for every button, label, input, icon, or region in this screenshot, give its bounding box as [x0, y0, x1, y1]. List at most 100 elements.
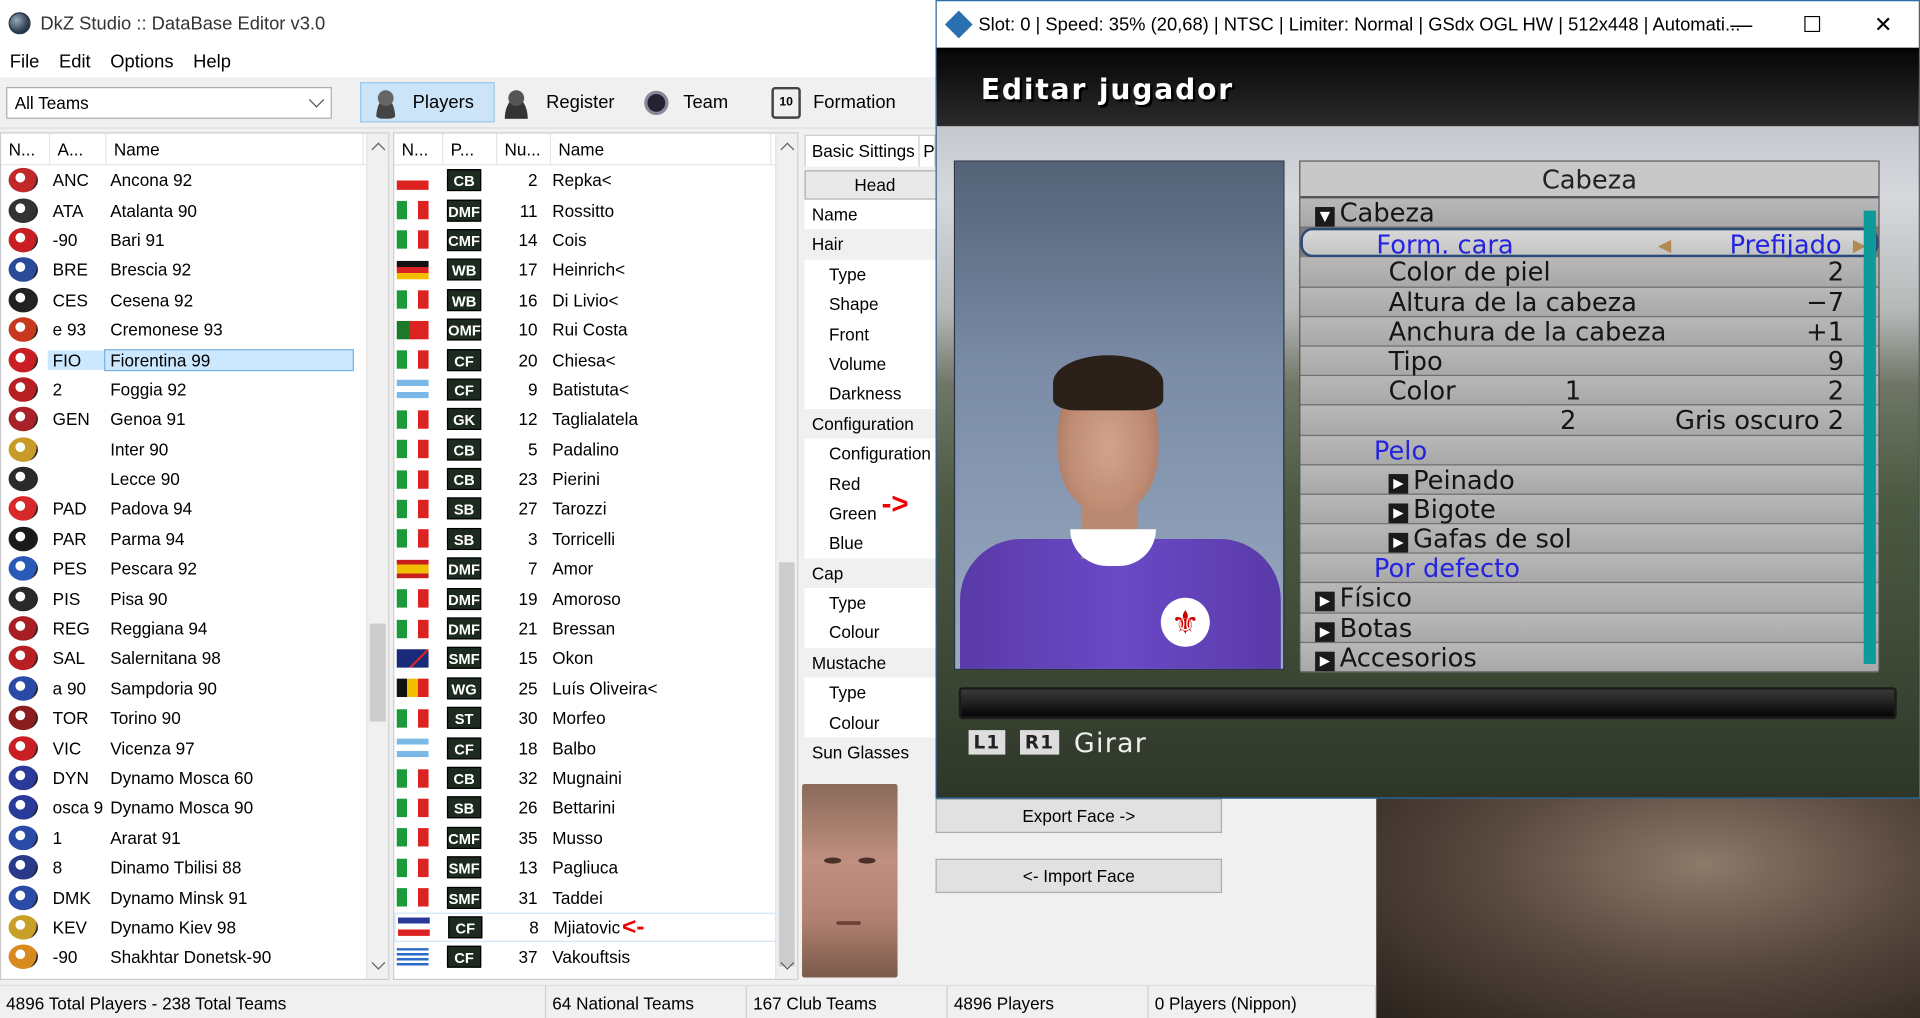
- player-row[interactable]: CF 37 Vakouftsis: [394, 942, 797, 972]
- team-row[interactable]: VIC Vicenza 97: [1, 733, 388, 763]
- edit-menu-item[interactable]: Form. cara Prefijado ◀ ▶: [1300, 228, 1879, 260]
- edit-menu-item[interactable]: ▶ Gafas de sol: [1300, 524, 1879, 555]
- property-item[interactable]: Type: [804, 677, 940, 708]
- team-row[interactable]: e 93 Cremonese 93: [1, 315, 388, 345]
- team-row[interactable]: DYN Dynamo Mosca 60: [1, 763, 388, 793]
- team-row[interactable]: -90 Bari 91: [1, 225, 388, 255]
- import-face-button[interactable]: <- Import Face: [935, 858, 1223, 894]
- tab-p[interactable]: P: [918, 134, 936, 167]
- team-row[interactable]: TOR Torino 90: [1, 703, 388, 733]
- player-row[interactable]: CMF 35 Musso: [394, 823, 797, 853]
- team-row[interactable]: a 90 Sampdoria 90: [1, 673, 388, 703]
- player-row[interactable]: CB 32 Mugnaini: [394, 763, 797, 793]
- property-item[interactable]: Shape: [804, 289, 940, 320]
- property-item[interactable]: Colour: [804, 617, 940, 648]
- edit-menu-item[interactable]: ▶ Peinado: [1300, 465, 1879, 495]
- player-row[interactable]: DMF 19 Amoroso: [394, 584, 797, 614]
- edit-menu-item[interactable]: Por defecto: [1300, 554, 1879, 584]
- teams-list[interactable]: N... A... Name ANC Ancona 92 ATA Atalanta 9…: [0, 132, 390, 981]
- col-header-abbr[interactable]: A...: [50, 133, 107, 165]
- col-header-name[interactable]: Name: [107, 133, 364, 165]
- player-row[interactable]: CF 20 Chiesa<: [394, 345, 797, 375]
- menu-options[interactable]: Options: [100, 51, 183, 72]
- player-row[interactable]: CB 23 Pierini: [394, 464, 797, 494]
- team-button[interactable]: Team: [632, 82, 754, 122]
- edit-menu-item[interactable]: Anchura de la cabeza +1: [1300, 316, 1879, 347]
- players-button[interactable]: Players: [360, 82, 495, 123]
- team-row[interactable]: GEN Genoa 91: [1, 404, 388, 434]
- property-item[interactable]: Green: [804, 498, 940, 529]
- player-row[interactable]: CB 5 Padalino: [394, 434, 797, 464]
- player-row[interactable]: OMF 10 Rui Costa: [394, 315, 797, 345]
- player-row[interactable]: SB 26 Bettarini: [394, 793, 797, 823]
- edit-menu-item[interactable]: ▼ Cabeza: [1300, 198, 1879, 229]
- formation-button[interactable]: 10 Formation: [762, 82, 933, 122]
- menu-edit[interactable]: Edit: [49, 51, 100, 72]
- head-button[interactable]: Head: [804, 170, 946, 200]
- property-item[interactable]: Colour: [804, 707, 940, 738]
- team-row[interactable]: SAL Salernitana 98: [1, 643, 388, 673]
- property-item[interactable]: Volume: [804, 349, 940, 379]
- property-item[interactable]: Darkness: [804, 378, 940, 409]
- player-row[interactable]: CF 9 Batistuta<: [394, 375, 797, 405]
- export-face-button[interactable]: Export Face ->: [935, 798, 1223, 833]
- player-row[interactable]: DMF 11 Rossitto: [394, 195, 797, 225]
- team-row[interactable]: FIO Fiorentina 99: [1, 345, 388, 375]
- team-row[interactable]: REG Reggiana 94: [1, 614, 388, 644]
- edit-menu-item[interactable]: Color de piel 2: [1300, 257, 1879, 288]
- player-row[interactable]: WG 25 Luís Oliveira<: [394, 673, 797, 703]
- team-row[interactable]: PIS Pisa 90: [1, 584, 388, 614]
- col-header-name[interactable]: Name: [551, 133, 772, 165]
- team-row[interactable]: KEV Dynamo Kiev 98: [1, 912, 388, 942]
- scroll-up-icon[interactable]: [371, 142, 386, 157]
- minimize-icon[interactable]: —: [1706, 1, 1777, 48]
- player-row[interactable]: SB 27 Tarozzi: [394, 494, 797, 524]
- player-row[interactable]: WB 17 Heinrich<: [394, 255, 797, 285]
- team-row[interactable]: DMK Dynamo Minsk 91: [1, 882, 388, 912]
- edit-menu-item[interactable]: ▶ Botas: [1300, 613, 1879, 643]
- player-row[interactable]: DMF 21 Bressan: [394, 614, 797, 644]
- col-header-number[interactable]: Nu...: [497, 133, 552, 165]
- team-row[interactable]: Lecce 90: [1, 464, 388, 494]
- player-row[interactable]: SMF 13 Pagliuca: [394, 853, 797, 883]
- players-list[interactable]: N... P... Nu... Name CB 2 Repka< DMF 11 Rossi…: [393, 132, 799, 981]
- maximize-icon[interactable]: ☐: [1777, 1, 1848, 48]
- edit-menu-item[interactable]: Tipo 9: [1300, 346, 1879, 377]
- edit-menu-item[interactable]: Color 1 2: [1300, 376, 1879, 406]
- player-row[interactable]: CB 2 Repka<: [394, 165, 797, 195]
- property-category[interactable]: Sun Glasses: [804, 737, 940, 768]
- team-row[interactable]: osca 9 Dynamo Mosca 90: [1, 793, 388, 823]
- property-item[interactable]: Blue: [804, 528, 940, 559]
- col-header-position[interactable]: P...: [443, 133, 498, 165]
- property-item[interactable]: Type: [804, 259, 940, 290]
- team-row[interactable]: ATA Atalanta 90: [1, 195, 388, 225]
- property-item[interactable]: Type: [804, 588, 940, 618]
- edit-menu-item[interactable]: ▶ Accesorios: [1300, 642, 1879, 673]
- game-screen[interactable]: Editar jugador ⚜ Cabeza ▼ Cabeza Form. car…: [936, 47, 1919, 798]
- team-row[interactable]: 8 Dinamo Tbilisi 88: [1, 853, 388, 883]
- close-icon[interactable]: ✕: [1848, 1, 1919, 48]
- players-scrollbar[interactable]: [775, 133, 798, 979]
- property-category[interactable]: Cap: [804, 558, 940, 589]
- scroll-up-icon[interactable]: [780, 142, 795, 157]
- property-item[interactable]: Red: [804, 468, 940, 499]
- col-header-nation[interactable]: N...: [394, 133, 444, 165]
- team-row[interactable]: CES Cesena 92: [1, 285, 388, 315]
- team-row[interactable]: 1 Ararat 91: [1, 823, 388, 853]
- scroll-down-icon[interactable]: [371, 955, 386, 970]
- player-row[interactable]: SMF 31 Taddei: [394, 882, 797, 912]
- edit-menu-item[interactable]: ▶ Físico: [1300, 583, 1879, 614]
- team-row[interactable]: PES Pescara 92: [1, 554, 388, 584]
- property-item[interactable]: Name: [804, 199, 940, 230]
- scroll-thumb[interactable]: [778, 562, 795, 967]
- team-row[interactable]: Inter 90: [1, 434, 388, 464]
- player-row[interactable]: GK 12 Taglialatela: [394, 404, 797, 434]
- property-category[interactable]: Mustache: [804, 647, 940, 678]
- team-row[interactable]: BRE Brescia 92: [1, 255, 388, 285]
- team-row[interactable]: ANC Ancona 92: [1, 165, 388, 195]
- property-item[interactable]: Front: [804, 319, 940, 350]
- team-row[interactable]: -90 Shakhtar Donetsk-90: [1, 942, 388, 972]
- team-row[interactable]: PAR Parma 94: [1, 524, 388, 554]
- col-header-number[interactable]: N...: [1, 133, 51, 165]
- emulator-titlebar[interactable]: Slot: 0 | Speed: 35% (20,68) | NTSC | Li…: [936, 1, 1919, 48]
